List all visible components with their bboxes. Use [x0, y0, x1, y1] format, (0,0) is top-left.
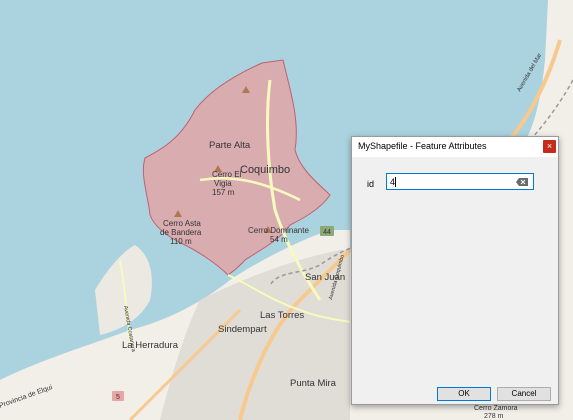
- feature-attributes-dialog: MyShapefile - Feature Attributes × id 4 …: [351, 136, 559, 405]
- map-label-las-torres: Las Torres: [260, 310, 304, 321]
- ok-button[interactable]: OK: [437, 387, 491, 401]
- map-label-parte-alta: Parte Alta: [209, 140, 251, 151]
- map-label-cerro-dominante-line1: Cerro Dominante: [248, 226, 309, 235]
- map-label-cerro-el-vigia-line2: Vigia: [214, 179, 232, 188]
- route-44-shield: 44: [323, 229, 331, 236]
- map-label-cerro-zamora-line1: Cerro Zamora: [474, 405, 518, 412]
- map-label-cerro-asta-line3: 110 m: [170, 237, 192, 246]
- map-label-punta-mira: Punta Mira: [290, 378, 337, 389]
- map-label-cerro-el-vigia-line3: 157 m: [212, 188, 235, 197]
- cancel-button[interactable]: Cancel: [497, 387, 551, 401]
- map-label-cerro-dominante-line2: 54 m: [270, 235, 288, 244]
- map-label-cerro-asta-line2: de Bandera: [160, 228, 202, 237]
- map-label-cerro-el-vigia-line1: Cerro El: [212, 170, 242, 179]
- map-label-cerro-asta-line1: Cerro Asta: [163, 219, 201, 228]
- map-label-coquimbo: Coquimbo: [240, 164, 290, 176]
- dialog-titlebar[interactable]: MyShapefile - Feature Attributes ×: [352, 137, 558, 157]
- route-5-shield: 5: [116, 394, 120, 401]
- map-label-sindempart: Sindempart: [218, 324, 267, 335]
- map-label-cerro-zamora-line2: 278 m: [484, 413, 504, 420]
- close-button[interactable]: ×: [543, 140, 556, 153]
- id-field-label: id: [367, 179, 375, 189]
- clear-icon[interactable]: [516, 178, 528, 186]
- id-field[interactable]: 4: [386, 173, 534, 190]
- text-caret: [395, 177, 396, 187]
- dialog-title: MyShapefile - Feature Attributes: [358, 141, 487, 151]
